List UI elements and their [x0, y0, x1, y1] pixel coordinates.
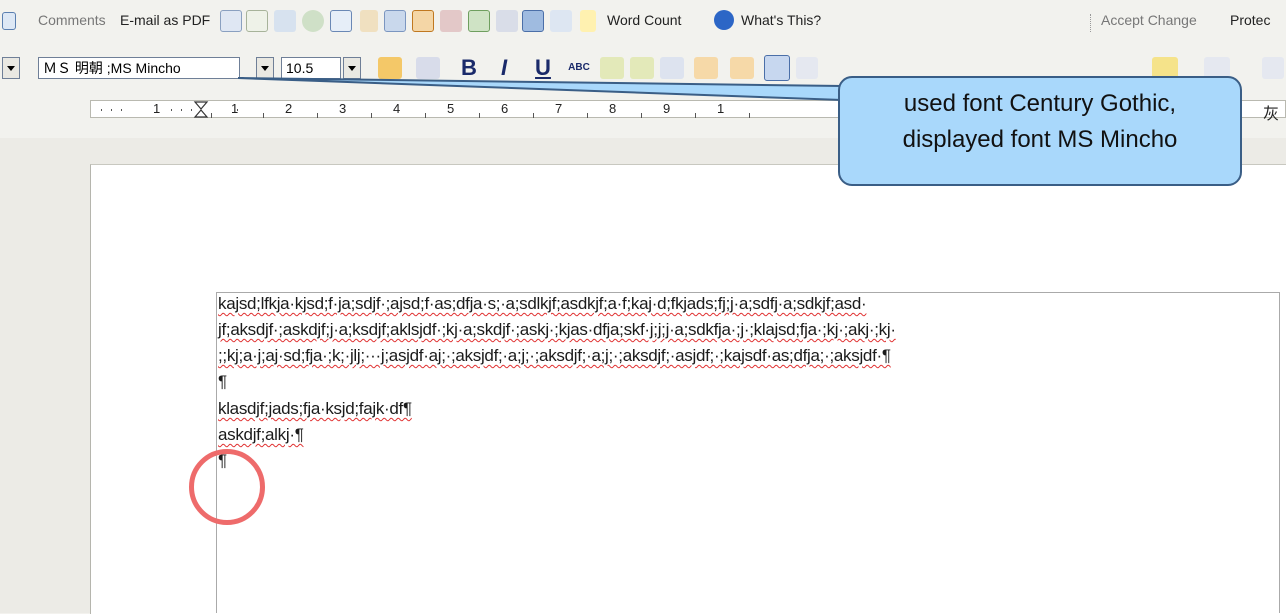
highlight-circle [189, 449, 265, 525]
callout-line: used font Century Gothic, [903, 90, 1177, 117]
callout-text: used font Century Gothic, displayed font… [840, 86, 1240, 158]
annotation-callout: used font Century Gothic, displayed font… [838, 76, 1242, 186]
callout-line: displayed font MS Mincho [902, 126, 1178, 153]
